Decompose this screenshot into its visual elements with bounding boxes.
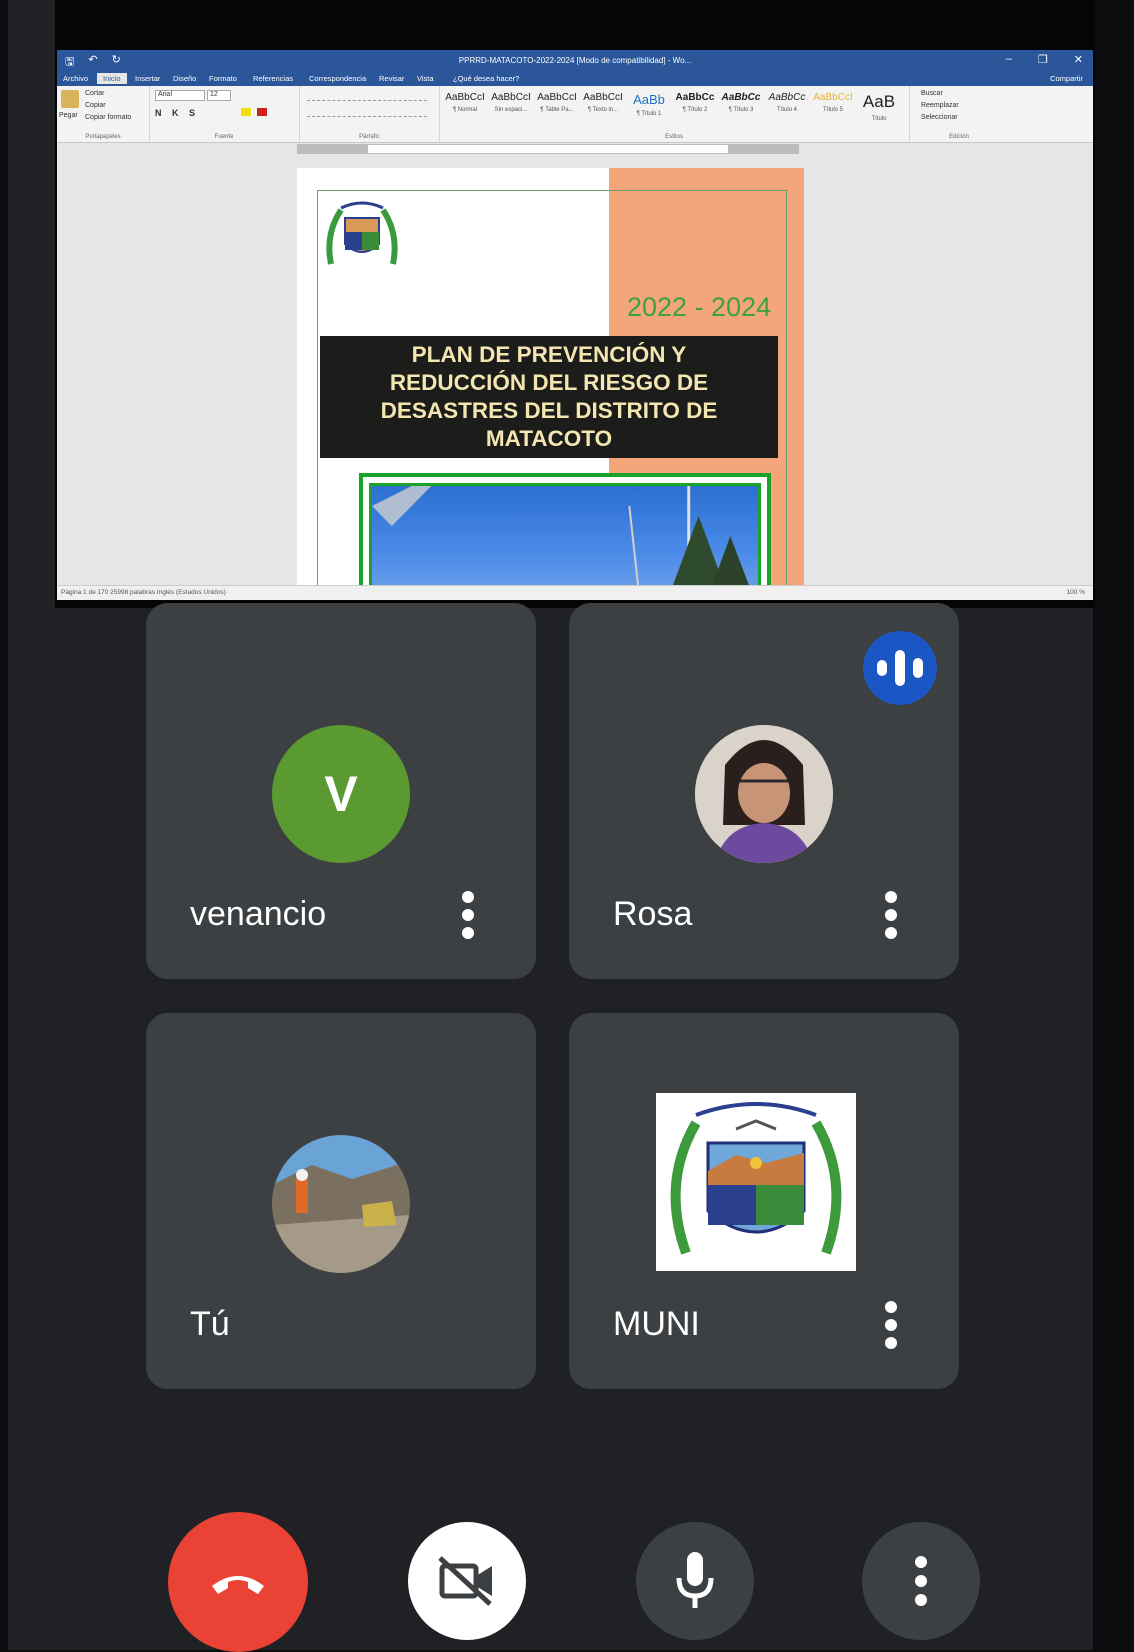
style-titulo-1[interactable]: AaBb ¶ Título 1 <box>627 92 671 117</box>
style-normal[interactable]: AaBbCcI ¶ Normal <box>443 92 487 113</box>
clipboard-group: Pegar Cortar Copiar Copiar formato Porta… <box>57 86 150 142</box>
alignment-buttons[interactable] <box>307 108 427 117</box>
format-buttons[interactable]: N K S <box>155 108 199 118</box>
zoom-level[interactable]: 100 % <box>1067 589 1085 596</box>
mic-toggle-button[interactable] <box>636 1522 754 1640</box>
style-titulo-2[interactable]: AaBbCc ¶ Título 2 <box>673 92 717 113</box>
tab-insertar[interactable]: Insertar <box>135 74 160 83</box>
tell-me-box[interactable]: ¿Qué desea hacer? <box>453 74 519 83</box>
ribbon: Pegar Cortar Copiar Copiar formato Porta… <box>57 86 1093 143</box>
participant-tile-self[interactable]: Tú <box>146 1013 536 1389</box>
end-call-icon <box>212 1576 264 1594</box>
participant-tile-rosa[interactable]: Rosa <box>569 603 959 979</box>
title-line: PLAN DE PREVENCIÓN Y <box>411 342 687 367</box>
avatar <box>695 725 833 863</box>
participant-name: Tú <box>190 1305 230 1343</box>
window-title: PPRRD-MATACOTO-2022-2024 [Modo de compat… <box>458 56 692 65</box>
font-group-label: Fuente <box>214 134 234 140</box>
style-titulo-5[interactable]: AaBbCcI Título 5 <box>811 92 855 113</box>
title-line: MATACOTO <box>485 426 613 451</box>
end-call-button[interactable] <box>168 1512 308 1652</box>
copy-button[interactable]: Copiar <box>85 102 106 109</box>
horizontal-ruler[interactable] <box>297 144 799 154</box>
document-year: 2022 - 2024 <box>627 292 772 322</box>
style-texto-independiente[interactable]: AaBbCcI ¶ Texto in... <box>581 92 625 113</box>
camera-off-icon <box>438 1556 492 1606</box>
tab-archivo[interactable]: Archivo <box>63 74 88 83</box>
title-line: REDUCCIÓN DEL RIESGO DE <box>389 370 709 395</box>
more-options-icon[interactable] <box>881 1295 901 1355</box>
format-painter-button[interactable]: Copiar formato <box>85 114 131 121</box>
municipal-crest-logo <box>656 1093 856 1271</box>
mic-icon <box>676 1552 714 1608</box>
font-name-field[interactable]: Arial <box>155 90 205 101</box>
more-options-icon[interactable] <box>881 885 901 945</box>
participant-tile-venancio[interactable]: V venancio <box>146 603 536 979</box>
more-options-icon[interactable] <box>458 885 478 945</box>
style-titulo-4[interactable]: AaBbCc Título 4 <box>765 92 809 113</box>
tab-correspondencia[interactable]: Correspondencia <box>309 74 366 83</box>
word-status-bar: Página 1 de 170 25998 palabras Inglés (E… <box>57 585 1093 600</box>
paste-button[interactable]: Pegar <box>59 112 78 119</box>
landscape-photo <box>372 486 751 588</box>
minimize-icon[interactable]: – <box>1006 53 1012 66</box>
window-controls: – ❐ ✕ <box>1006 53 1083 66</box>
paste-icon[interactable] <box>61 90 79 108</box>
tab-diseno[interactable]: Diseño <box>173 74 196 83</box>
share-button[interactable]: Compartir <box>1050 74 1083 83</box>
style-sin-espaciado[interactable]: AaBbCcI Sin espaci... <box>489 92 533 113</box>
list-buttons[interactable] <box>307 92 427 101</box>
document-page[interactable]: 2022 - 2024 PLAN DE PREVENCIÓN Y REDUCCI… <box>297 168 804 588</box>
font-group: Arial 12 N K S Fuente <box>149 86 300 142</box>
ribbon-tabs: Archivo Inicio Insertar Diseño Formato R… <box>57 72 1093 86</box>
tab-revisar[interactable]: Revisar <box>379 74 404 83</box>
tab-vista[interactable]: Vista <box>417 74 434 83</box>
editing-group: Buscar Reemplazar Seleccionar Edición <box>909 86 1009 142</box>
camera-toggle-button[interactable] <box>408 1522 526 1640</box>
title-line: DESASTRES DEL DISTRITO DE <box>380 398 718 423</box>
tab-inicio[interactable]: Inicio <box>97 73 127 84</box>
municipal-crest-logo <box>326 201 398 265</box>
style-table-paragraph[interactable]: AaBbCcI ¶ Table Pa... <box>535 92 579 113</box>
paragraph-group-label: Párrafo <box>359 134 379 140</box>
shared-word-window: 🖫 ↶ ↻ PPRRD-MATACOTO-2022-2024 [Modo de … <box>57 50 1093 600</box>
paragraph-group: Párrafo <box>299 86 440 142</box>
style-titulo[interactable]: AaB Título <box>857 92 901 122</box>
replace-button[interactable]: Reemplazar <box>921 102 959 109</box>
word-titlebar: 🖫 ↶ ↻ PPRRD-MATACOTO-2022-2024 [Modo de … <box>57 50 1093 72</box>
restore-icon[interactable]: ❐ <box>1038 53 1048 66</box>
participant-name: MUNI <box>613 1305 700 1343</box>
speaking-indicator-icon <box>863 631 937 705</box>
profile-photo <box>695 725 833 863</box>
participant-name: Rosa <box>613 895 693 933</box>
cover-photo <box>359 473 771 588</box>
participant-tile-muni[interactable]: MUNI <box>569 1013 959 1389</box>
avatar <box>272 1135 410 1273</box>
editing-group-label: Edición <box>949 134 969 140</box>
status-info: Página 1 de 170 25998 palabras Inglés (E… <box>61 589 226 596</box>
select-button[interactable]: Seleccionar <box>921 114 958 121</box>
participant-name: venancio <box>190 895 327 933</box>
styles-group: AaBbCcI ¶ Normal AaBbCcI Sin espaci... AaB… <box>439 86 910 142</box>
highlight-icon[interactable] <box>241 108 251 116</box>
tab-formato[interactable]: Formato <box>209 74 237 83</box>
font-size-field[interactable]: 12 <box>207 90 231 101</box>
document-title: PLAN DE PREVENCIÓN Y REDUCCIÓN DEL RIESG… <box>320 336 778 458</box>
profile-photo <box>272 1135 410 1273</box>
close-icon[interactable]: ✕ <box>1074 53 1083 66</box>
font-color-icon[interactable] <box>257 108 267 116</box>
more-options-button[interactable] <box>862 1522 980 1640</box>
more-options-icon <box>914 1556 928 1606</box>
styles-group-label: Estilos <box>665 134 683 140</box>
clipboard-group-label: Portapapeles <box>85 134 121 140</box>
avatar: V <box>272 725 410 863</box>
style-titulo-3[interactable]: AaBbCc ¶ Título 3 <box>719 92 763 113</box>
cut-button[interactable]: Cortar <box>85 90 104 97</box>
find-button[interactable]: Buscar <box>921 90 943 97</box>
tab-referencias[interactable]: Referencias <box>253 74 293 83</box>
